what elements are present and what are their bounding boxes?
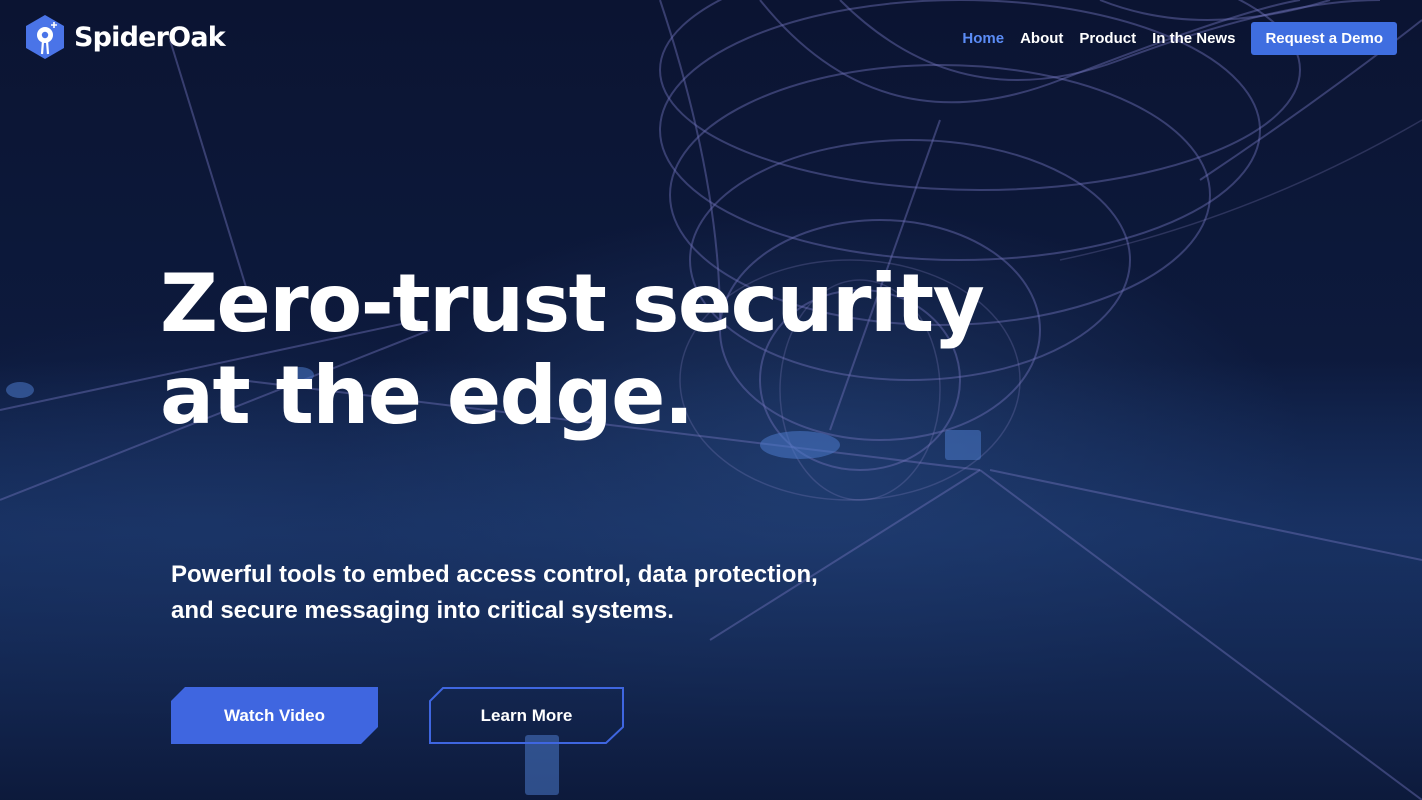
hero-subtitle-line: and secure messaging into critical syste… (171, 597, 674, 624)
hero-section: SpiderOak Home About Product In the News… (0, 0, 1422, 800)
nav-link-product[interactable]: Product (1079, 30, 1136, 47)
site-header: SpiderOak Home About Product In the News… (0, 0, 1422, 80)
watch-video-button[interactable]: Watch Video (171, 687, 378, 744)
logo-text: SpiderOak (74, 21, 226, 53)
hero-subtitle: Powerful tools to embed access control, … (171, 557, 891, 629)
main-nav: Home About Product In the News Request a… (962, 22, 1397, 55)
nav-link-home[interactable]: Home (962, 30, 1004, 47)
nav-link-about[interactable]: About (1020, 30, 1063, 47)
hero-title-line: Zero-trust security (160, 257, 985, 350)
hero-title-line: at the edge. (160, 349, 694, 442)
spideroak-logo-icon (26, 15, 64, 59)
hero-title: Zero-trust security at the edge. (160, 258, 1060, 442)
spideroak-logo[interactable]: SpiderOak (24, 14, 226, 60)
learn-more-button[interactable]: Learn More (429, 687, 624, 744)
nav-link-in-the-news[interactable]: In the News (1152, 30, 1235, 47)
learn-more-label: Learn More (480, 705, 573, 725)
request-demo-button[interactable]: Request a Demo (1251, 22, 1397, 55)
hero-subtitle-line: Powerful tools to embed access control, … (171, 561, 818, 588)
